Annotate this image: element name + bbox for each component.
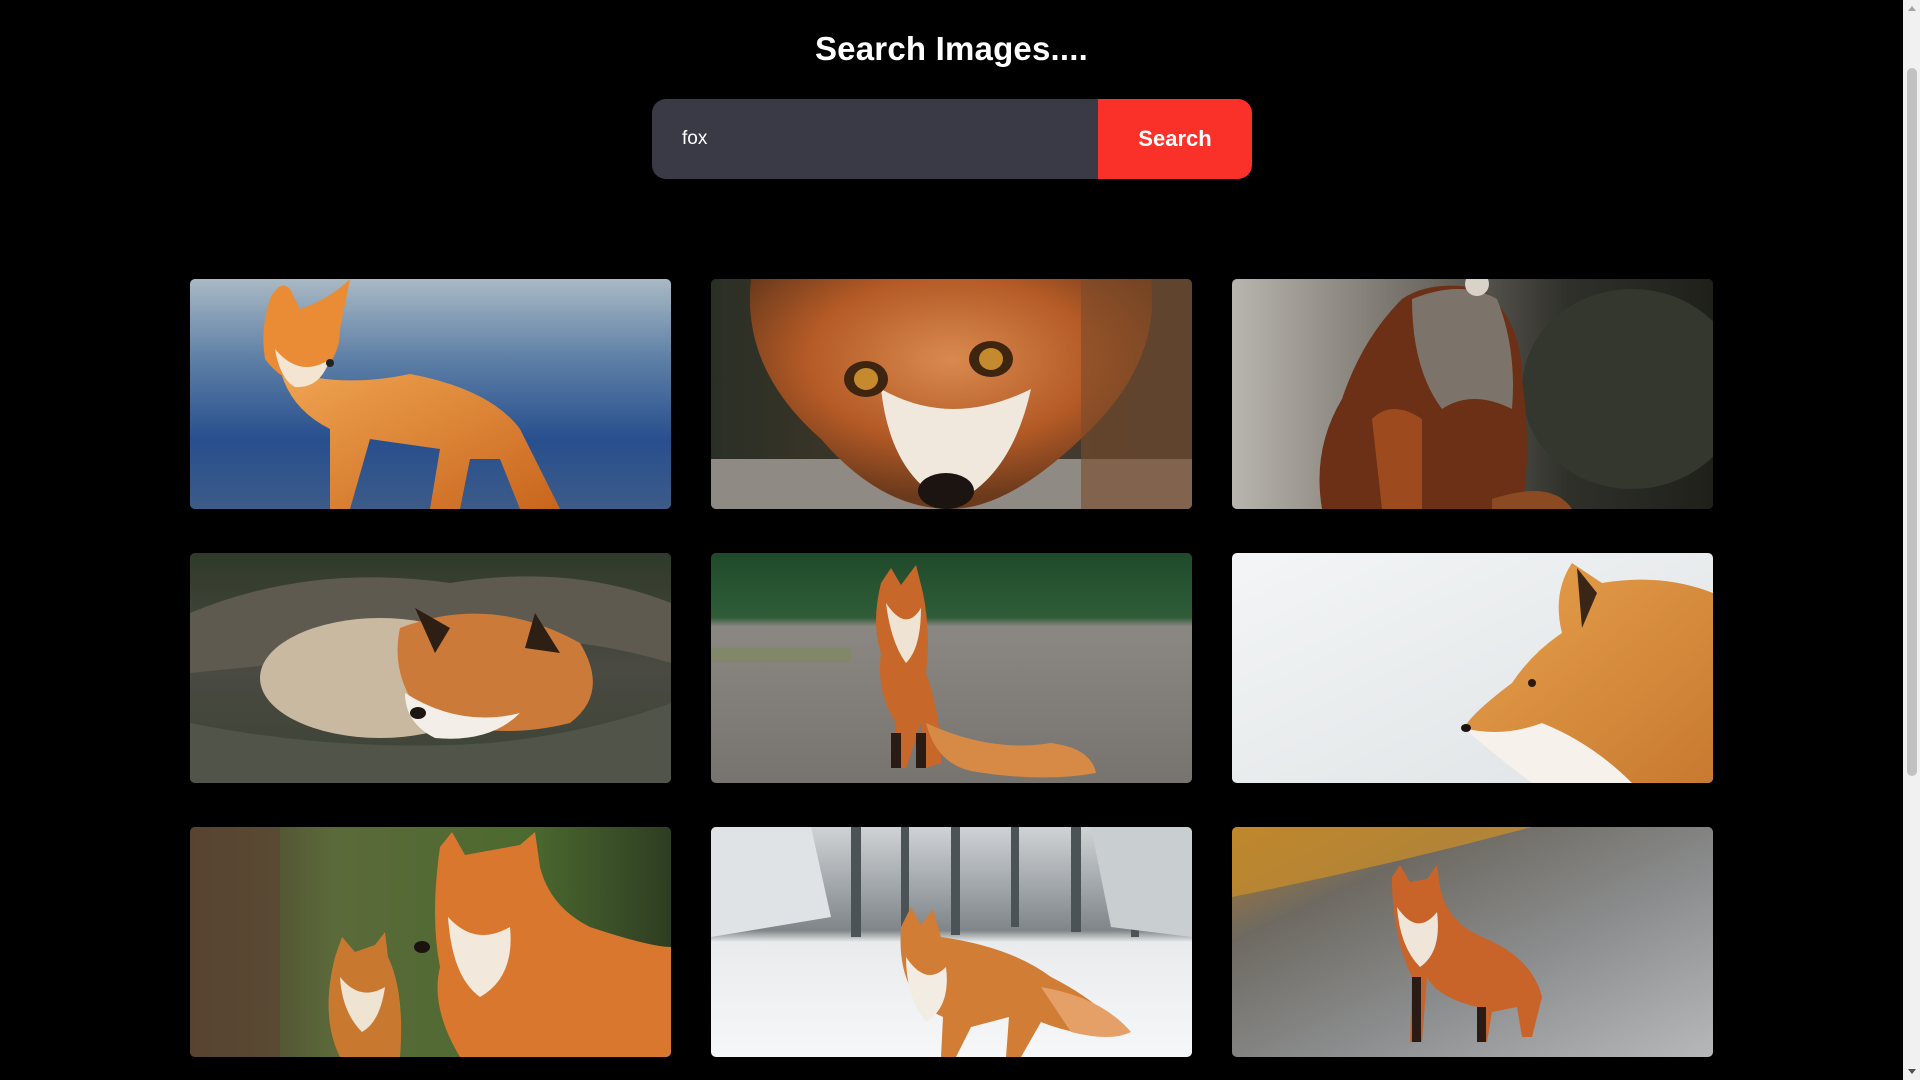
image-result-9[interactable] [1232, 827, 1713, 1057]
image-results-grid [190, 279, 1713, 1057]
search-input[interactable] [652, 99, 1098, 179]
fox-face-closeup-image [711, 279, 1192, 509]
image-result-6[interactable] [1232, 553, 1713, 783]
page-title: Search Images.... [814, 30, 1089, 68]
vertical-scrollbar[interactable] [1903, 0, 1920, 1080]
fox-sitting-on-gravel-image [711, 553, 1192, 783]
fox-on-wet-road-image [1232, 827, 1713, 1057]
image-result-1[interactable] [190, 279, 671, 509]
image-result-4[interactable] [190, 553, 671, 783]
scrollbar-thumb[interactable] [1907, 68, 1917, 776]
search-bar: Search [652, 99, 1252, 179]
image-result-7[interactable] [190, 827, 671, 1057]
fox-in-snowy-forest-image [711, 827, 1192, 1057]
fox-sleeping-on-logs-image [190, 553, 671, 783]
fox-standing-blue-background-image [190, 279, 671, 509]
scroll-up-arrow-icon[interactable] [1903, 0, 1920, 17]
fox-sitting-dark-rocks-image [1232, 279, 1713, 509]
fox-mother-and-cub-image [190, 827, 671, 1057]
image-result-3[interactable] [1232, 279, 1713, 509]
page: Search Images.... Search [0, 0, 1920, 1080]
image-result-8[interactable] [711, 827, 1192, 1057]
fox-profile-white-background-image [1232, 553, 1713, 783]
image-result-2[interactable] [711, 279, 1192, 509]
scroll-down-arrow-icon[interactable] [1903, 1063, 1920, 1080]
image-result-5[interactable] [711, 553, 1192, 783]
search-button[interactable]: Search [1098, 99, 1252, 179]
